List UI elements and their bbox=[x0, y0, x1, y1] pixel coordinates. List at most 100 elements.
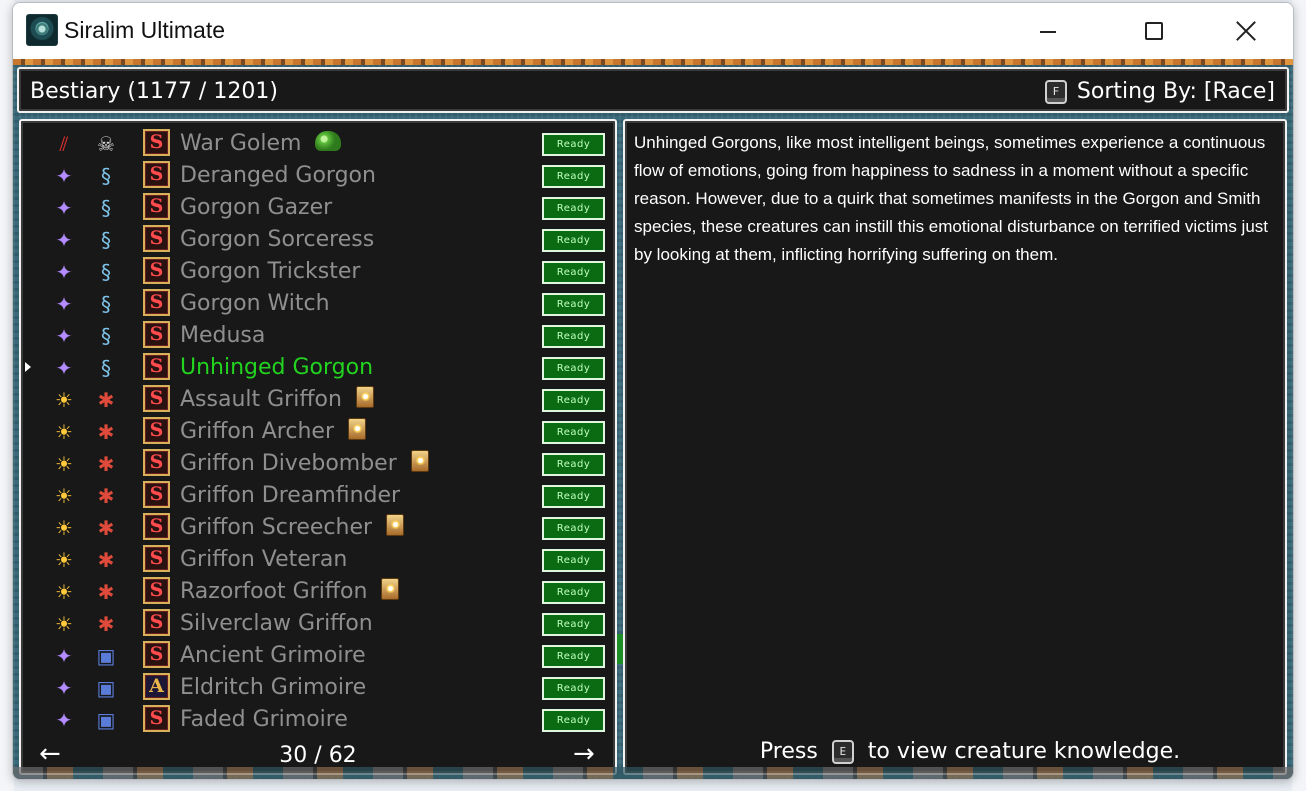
slime-icon bbox=[315, 131, 342, 151]
sorcery-star-icon: ✦ bbox=[55, 228, 73, 252]
griffon-icon: ✱ bbox=[97, 548, 115, 572]
hint-prefix: Press bbox=[759, 739, 818, 764]
sorcery-star-icon: ✦ bbox=[55, 644, 73, 668]
creature-row[interactable]: ☀ ✱ S Griffon Dreamfinder Ready bbox=[21, 479, 615, 511]
spell-gem-icon: S bbox=[143, 577, 170, 604]
spell-gem-icon: S bbox=[143, 353, 170, 380]
creature-row[interactable]: ✦ ▣ S Faded Grimoire Ready bbox=[21, 703, 615, 735]
grimoire-icon: ▣ bbox=[96, 676, 116, 700]
creature-row[interactable]: ✦ § S Medusa Ready bbox=[21, 319, 615, 351]
card-icon bbox=[386, 514, 405, 536]
gorgon-snake-icon: § bbox=[101, 356, 111, 380]
creature-row[interactable]: ✦ § S Unhinged Gorgon Ready bbox=[21, 351, 615, 383]
griffon-icon: ✱ bbox=[97, 388, 115, 412]
creature-name: Razorfoot Griffon bbox=[180, 578, 400, 604]
ready-badge: Ready bbox=[542, 357, 605, 380]
ready-badge: Ready bbox=[542, 453, 605, 476]
gorgon-snake-icon: § bbox=[101, 164, 111, 188]
sorcery-star-icon: ✦ bbox=[55, 292, 73, 316]
creature-name-text: Assault Griffon bbox=[180, 387, 342, 412]
creature-name-text: Griffon Divebomber bbox=[180, 451, 397, 476]
close-button[interactable] bbox=[1223, 3, 1269, 59]
sorcery-star-icon: ✦ bbox=[55, 164, 73, 188]
creature-name-text: Silverclaw Griffon bbox=[180, 611, 373, 636]
creature-row[interactable]: ☀ ✱ S Griffon Divebomber Ready bbox=[21, 447, 615, 479]
creature-list-panel: ⫽ ☠ S War Golem Ready ✦ § S Deranged Gorgon Ready… bbox=[19, 119, 617, 775]
spell-gem-icon: S bbox=[143, 481, 170, 508]
ready-badge: Ready bbox=[542, 293, 605, 316]
decorative-floor bbox=[13, 767, 1293, 779]
card-icon bbox=[355, 386, 374, 408]
creature-name: Ancient Grimoire bbox=[180, 643, 366, 668]
creature-row[interactable]: ☀ ✱ S Silverclaw Griffon Ready bbox=[21, 607, 615, 639]
card-icon bbox=[348, 418, 366, 440]
gorgon-snake-icon: § bbox=[101, 228, 111, 252]
sun-icon: ☀ bbox=[55, 388, 73, 412]
creature-row[interactable]: ☀ ✱ S Assault Griffon Ready bbox=[21, 383, 615, 415]
ready-badge: Ready bbox=[542, 677, 605, 700]
gorgon-snake-icon: § bbox=[101, 292, 111, 316]
sorcery-star-icon: ✦ bbox=[55, 324, 73, 348]
minimize-icon bbox=[1040, 31, 1056, 33]
creature-name: Gorgon Sorceress bbox=[180, 227, 374, 252]
griffon-icon: ✱ bbox=[97, 580, 115, 604]
creature-row[interactable]: ☀ ✱ S Griffon Archer Ready bbox=[21, 415, 615, 447]
creature-name: Deranged Gorgon bbox=[180, 163, 376, 188]
creature-row[interactable]: ✦ ▣ S Ancient Grimoire Ready bbox=[21, 639, 615, 671]
creature-name-text: Medusa bbox=[180, 323, 266, 348]
creature-row[interactable]: ✦ § S Gorgon Gazer Ready bbox=[21, 191, 615, 223]
spell-gem-icon: S bbox=[143, 385, 170, 412]
desktop-background-right bbox=[1292, 0, 1306, 791]
creature-name: Gorgon Trickster bbox=[180, 259, 360, 284]
griffon-icon: ✱ bbox=[97, 420, 115, 444]
description-panel: Unhinged Gorgons, like most intelligent … bbox=[623, 119, 1287, 775]
creature-name: Griffon Dreamfinder bbox=[180, 483, 400, 508]
creature-row[interactable]: ☀ ✱ S Griffon Screecher Ready bbox=[21, 511, 615, 543]
creature-row[interactable]: ✦ § S Gorgon Sorceress Ready bbox=[21, 223, 615, 255]
creature-name-text: Razorfoot Griffon bbox=[180, 579, 368, 604]
sorcery-star-icon: ✦ bbox=[55, 260, 73, 284]
game-viewport: Bestiary (1177 / 1201) F Sorting By: [Ra… bbox=[13, 59, 1293, 779]
creature-name: Assault Griffon bbox=[180, 386, 374, 412]
page-indicator: 30 / 62 bbox=[279, 743, 357, 768]
creature-name: Griffon Screecher bbox=[180, 514, 405, 540]
claw-slash-icon: ⫽ bbox=[59, 132, 69, 156]
creature-name: Gorgon Gazer bbox=[180, 195, 332, 220]
creature-name: Griffon Archer bbox=[180, 418, 366, 444]
card-icon bbox=[410, 450, 429, 472]
app-window: Siralim Ultimate Bestiary (1177 / 1201) … bbox=[12, 2, 1294, 780]
sorcery-star-icon: ✦ bbox=[55, 708, 73, 732]
creature-row[interactable]: ✦ ▣ A Eldritch Grimoire Ready bbox=[21, 671, 615, 703]
creature-name: Griffon Divebomber bbox=[180, 450, 429, 476]
creature-name-text: Griffon Screecher bbox=[180, 515, 373, 540]
creature-name-text: Griffon Dreamfinder bbox=[180, 483, 401, 508]
griffon-icon: ✱ bbox=[97, 516, 115, 540]
griffon-icon: ✱ bbox=[97, 612, 115, 636]
creature-row[interactable]: ⫽ ☠ S War Golem Ready bbox=[21, 127, 615, 159]
creature-name: Faded Grimoire bbox=[180, 707, 348, 732]
ready-badge: Ready bbox=[542, 325, 605, 348]
creature-name: Gorgon Witch bbox=[180, 291, 330, 316]
creature-row[interactable]: ✦ § S Deranged Gorgon Ready bbox=[21, 159, 615, 191]
creature-row[interactable]: ☀ ✱ S Razorfoot Griffon Ready bbox=[21, 575, 615, 607]
creature-name-text: Gorgon Trickster bbox=[180, 259, 361, 284]
creature-name: Medusa bbox=[180, 323, 265, 348]
creature-name-text: Griffon Veteran bbox=[180, 547, 348, 572]
bestiary-title: Bestiary (1177 / 1201) bbox=[30, 79, 278, 104]
sun-icon: ☀ bbox=[55, 452, 73, 476]
sorcery-star-icon: ✦ bbox=[55, 356, 73, 380]
creature-row[interactable]: ✦ § S Gorgon Trickster Ready bbox=[21, 255, 615, 287]
title-bar[interactable]: Siralim Ultimate bbox=[13, 3, 1293, 59]
next-page-arrow-icon[interactable]: → bbox=[573, 739, 595, 769]
creature-row[interactable]: ☀ ✱ S Griffon Veteran Ready bbox=[21, 543, 615, 575]
minimize-button[interactable] bbox=[1025, 3, 1071, 59]
sorcery-star-icon: ✦ bbox=[55, 676, 73, 700]
sun-icon: ☀ bbox=[55, 548, 73, 572]
creature-name: Griffon Veteran bbox=[180, 547, 347, 572]
sort-control[interactable]: F Sorting By: [Race] bbox=[1044, 79, 1275, 104]
creature-name-text: Faded Grimoire bbox=[180, 707, 348, 732]
creature-name: War Golem bbox=[180, 131, 342, 156]
creature-row[interactable]: ✦ § S Gorgon Witch Ready bbox=[21, 287, 615, 319]
maximize-button[interactable] bbox=[1131, 3, 1177, 59]
sun-icon: ☀ bbox=[55, 516, 73, 540]
